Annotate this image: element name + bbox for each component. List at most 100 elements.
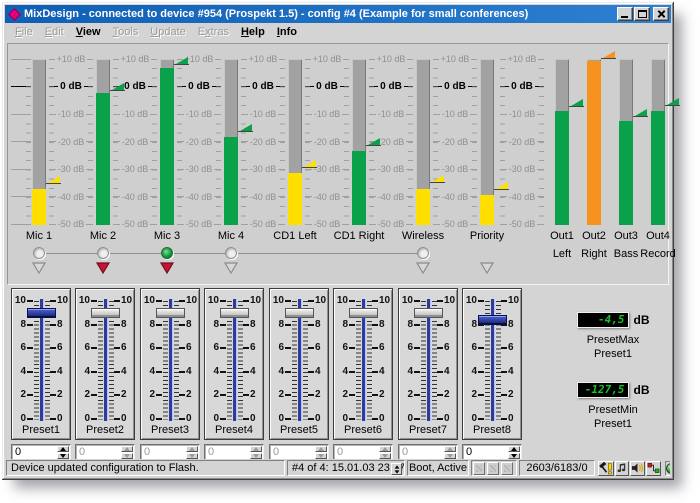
menu-update[interactable]: Update — [144, 24, 191, 40]
channel-select-circle[interactable] — [225, 247, 237, 259]
scale-line: -20 dB — [177, 137, 221, 147]
spin-value[interactable]: 0 — [337, 446, 343, 458]
channel-marker-triangle[interactable] — [160, 261, 174, 279]
menu-file[interactable]: File — [9, 24, 39, 40]
fader-scale-number: 10 — [57, 296, 70, 306]
meter-scale-1: +10 dB0 dB-10 dB-20 dB-30 dB-40 dB-50 dB — [113, 44, 157, 286]
menu-extras[interactable]: Extras — [192, 24, 235, 40]
fader-major-tick — [414, 394, 420, 396]
fader-minor-ticks — [432, 301, 437, 420]
maximize-button[interactable] — [634, 7, 650, 21]
fader-label: Preset7 — [399, 424, 457, 436]
spin-up-button[interactable] — [250, 446, 262, 452]
fader-thumb[interactable] — [27, 308, 56, 318]
fader-thumb[interactable] — [91, 308, 120, 318]
scale-label: -30 dB — [378, 164, 405, 174]
channel-marker-triangle[interactable] — [96, 261, 110, 279]
fader-thumb[interactable] — [285, 308, 314, 318]
scale-label: 0 dB — [124, 81, 146, 92]
scale-line: -20 dB — [433, 137, 477, 147]
spin-value[interactable]: 0 — [402, 446, 408, 458]
fader-major-tick — [285, 347, 291, 349]
scale-label: -20 dB — [509, 137, 536, 147]
scale-label: -40 dB — [122, 192, 149, 202]
status-image-icon-a[interactable] — [473, 462, 485, 475]
fader-scale-number: 4 — [379, 367, 392, 377]
speaker-button[interactable] — [630, 461, 645, 476]
minor-ticks — [500, 59, 505, 225]
spin-up-icon — [189, 447, 195, 451]
menu-tools[interactable]: Tools — [107, 24, 145, 40]
spin-up-button[interactable] — [508, 446, 520, 452]
fader-scale-number: 2 — [250, 390, 263, 400]
scale-line: -10 dB — [500, 109, 544, 119]
tools-button[interactable] — [598, 461, 614, 476]
scale-label: -20 dB — [250, 137, 277, 147]
status-image-icon-c[interactable] — [501, 462, 513, 475]
fader-thumb[interactable] — [414, 308, 443, 318]
scale-label: -10 dB — [314, 109, 341, 119]
minimize-button[interactable] — [617, 7, 633, 21]
spin-up-button[interactable] — [379, 446, 391, 452]
spin-up-button[interactable] — [315, 446, 327, 452]
minor-ticks — [280, 59, 285, 225]
scale-line: -50 dB — [305, 219, 349, 229]
spin-up-icon — [60, 447, 66, 451]
fader-scale-number: 8 — [444, 320, 457, 330]
channel-label: Wireless — [391, 230, 455, 242]
channel-marker-triangle[interactable] — [416, 261, 430, 279]
note-button[interactable] — [615, 461, 629, 476]
fader-scale-number: 2 — [57, 390, 70, 400]
spin-value[interactable]: 0 — [144, 446, 150, 458]
preset-spin-preset2: 0 — [75, 444, 135, 460]
spin-value[interactable]: 0 — [273, 446, 279, 458]
channel-select-circle[interactable] — [417, 247, 429, 259]
scale-line: 0 dB — [49, 82, 93, 92]
menu-help[interactable]: Help — [235, 24, 271, 40]
scale-line: -30 dB — [113, 164, 157, 174]
channel-select-circle[interactable] — [97, 247, 109, 259]
fader-scale-number: 10 — [271, 296, 284, 306]
fader-thumb[interactable] — [156, 308, 185, 318]
connection-icon — [647, 462, 660, 474]
channel-select-circle[interactable] — [33, 247, 45, 259]
scale-line: -20 dB — [241, 137, 285, 147]
channel-label: Priority — [455, 230, 519, 242]
scale-line: -40 dB — [241, 192, 285, 202]
fader-thumb[interactable] — [349, 308, 378, 318]
channel-select-circle[interactable] — [161, 247, 173, 259]
fader-thumb[interactable] — [220, 308, 249, 318]
channel-marker-triangle[interactable] — [480, 261, 494, 279]
fader-scale-number: 0 — [464, 414, 477, 424]
spin-value[interactable]: 0 — [466, 446, 472, 458]
connection-button[interactable] — [646, 461, 661, 476]
fader-scale-number: 6 — [508, 343, 521, 353]
peak-flag-triangle — [368, 138, 380, 145]
meter-fill — [160, 68, 174, 225]
spin-value[interactable]: 0 — [208, 446, 214, 458]
fader-scale-number: 10 — [186, 296, 199, 306]
menu-view[interactable]: View — [70, 24, 107, 40]
scale-label: -30 dB — [314, 164, 341, 174]
spin-up-button[interactable] — [57, 446, 69, 452]
fader-major-tick — [243, 418, 249, 420]
fader-major-tick — [91, 300, 97, 302]
spin-up-button[interactable] — [121, 446, 133, 452]
fader-thumb[interactable] — [478, 315, 507, 325]
channel-marker-triangle[interactable] — [32, 261, 46, 279]
fader-scale-number: 2 — [444, 390, 457, 400]
menu-info[interactable]: Info — [271, 24, 303, 40]
fader-scale-number: 0 — [444, 414, 457, 424]
spin-value[interactable]: 0 — [15, 446, 21, 458]
spin-value[interactable]: 0 — [79, 446, 85, 458]
menu-edit[interactable]: Edit — [39, 24, 70, 40]
fader-major-tick — [478, 347, 484, 349]
channel-marker-triangle[interactable] — [224, 261, 238, 279]
close-button[interactable] — [653, 7, 669, 21]
config-spin-up-icon — [394, 465, 399, 468]
status-image-icon-b[interactable] — [487, 462, 499, 475]
spin-up-button[interactable] — [444, 446, 456, 452]
config-spinner[interactable] — [391, 463, 402, 475]
fader-major-tick — [243, 300, 249, 302]
spin-up-button[interactable] — [186, 446, 198, 452]
